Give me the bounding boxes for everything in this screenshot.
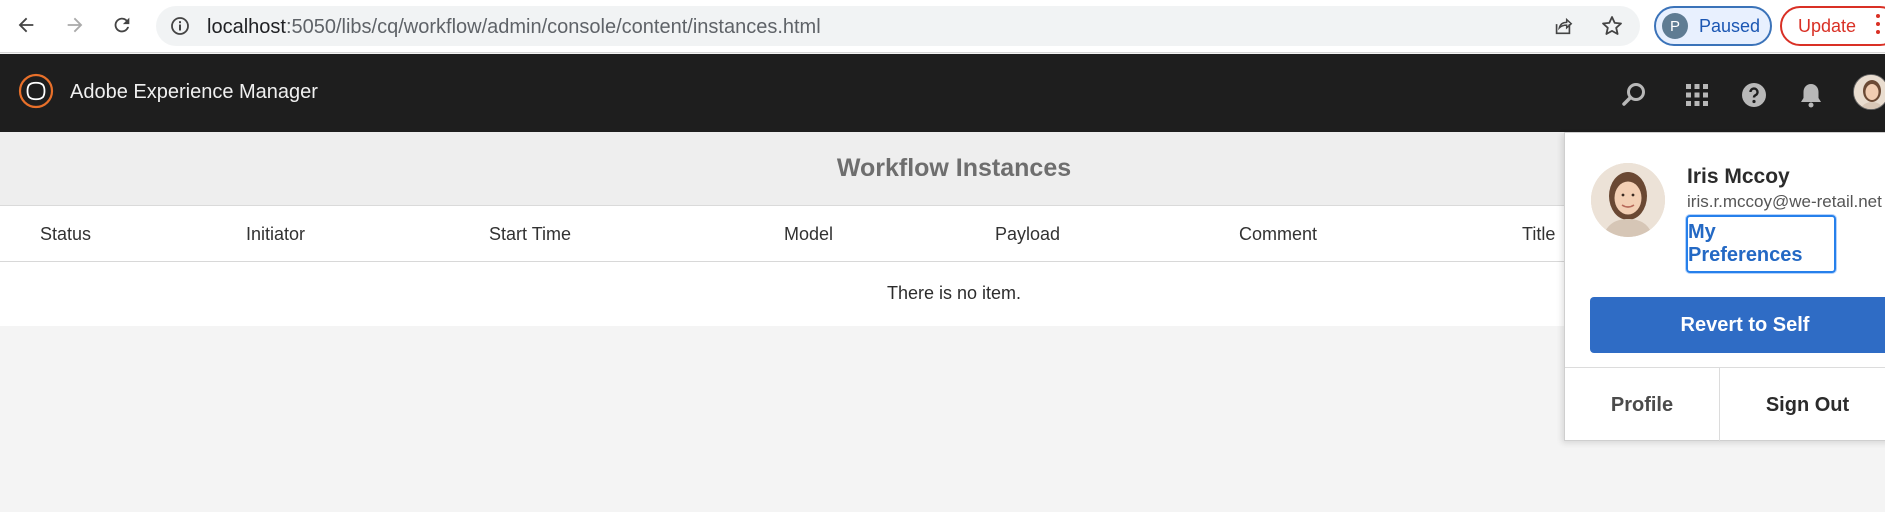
kebab-icon[interactable] <box>1876 14 1882 38</box>
column-header-start-time[interactable]: Start Time <box>489 224 571 245</box>
revert-to-self-button[interactable]: Revert to Self <box>1590 297 1885 353</box>
browser-toolbar: localhost:5050/libs/cq/workflow/admin/co… <box>0 0 1885 53</box>
address-bar[interactable]: localhost:5050/libs/cq/workflow/admin/co… <box>156 6 1640 46</box>
url-text: localhost:5050/libs/cq/workflow/admin/co… <box>207 16 821 38</box>
share-icon[interactable] <box>1552 15 1574 37</box>
profile-email: iris.r.mccoy@we-retail.net <box>1687 192 1882 211</box>
profile-name: Iris Mccoy <box>1687 165 1790 188</box>
column-header-payload[interactable]: Payload <box>995 224 1060 245</box>
help-icon[interactable] <box>1740 81 1768 109</box>
app-title[interactable]: Adobe Experience Manager <box>70 81 318 104</box>
update-label: Update <box>1798 16 1857 36</box>
reload-icon[interactable] <box>108 11 136 39</box>
profile-popover: Iris Mccoy iris.r.mccoy@we-retail.net My… <box>1564 132 1885 442</box>
profile-button[interactable]: Profile <box>1565 368 1720 442</box>
column-header-title[interactable]: Title <box>1522 224 1555 245</box>
bell-icon[interactable] <box>1797 81 1825 109</box>
profile-avatar-large <box>1591 163 1665 237</box>
profile-avatar: P <box>1662 13 1688 39</box>
column-header-comment[interactable]: Comment <box>1239 224 1317 245</box>
aem-header: Adobe Experience Manager <box>0 54 1885 132</box>
aem-logo-icon[interactable] <box>18 73 54 109</box>
column-header-status[interactable]: Status <box>40 224 91 245</box>
profile-paused-button[interactable]: P Paused <box>1654 6 1772 46</box>
update-button[interactable]: Update <box>1780 6 1885 46</box>
column-header-initiator[interactable]: Initiator <box>246 224 305 245</box>
apps-grid-icon[interactable] <box>1683 81 1711 109</box>
sign-out-button[interactable]: Sign Out <box>1720 368 1885 442</box>
info-icon[interactable] <box>170 16 190 36</box>
my-preferences-button[interactable]: My Preferences <box>1686 215 1836 273</box>
avatar[interactable] <box>1853 74 1885 110</box>
back-icon[interactable] <box>12 11 40 39</box>
forward-icon[interactable] <box>61 11 89 39</box>
column-header-model[interactable]: Model <box>784 224 833 245</box>
search-icon[interactable] <box>1620 81 1648 109</box>
paused-label: Paused <box>1699 16 1761 36</box>
star-icon[interactable] <box>1600 14 1624 38</box>
